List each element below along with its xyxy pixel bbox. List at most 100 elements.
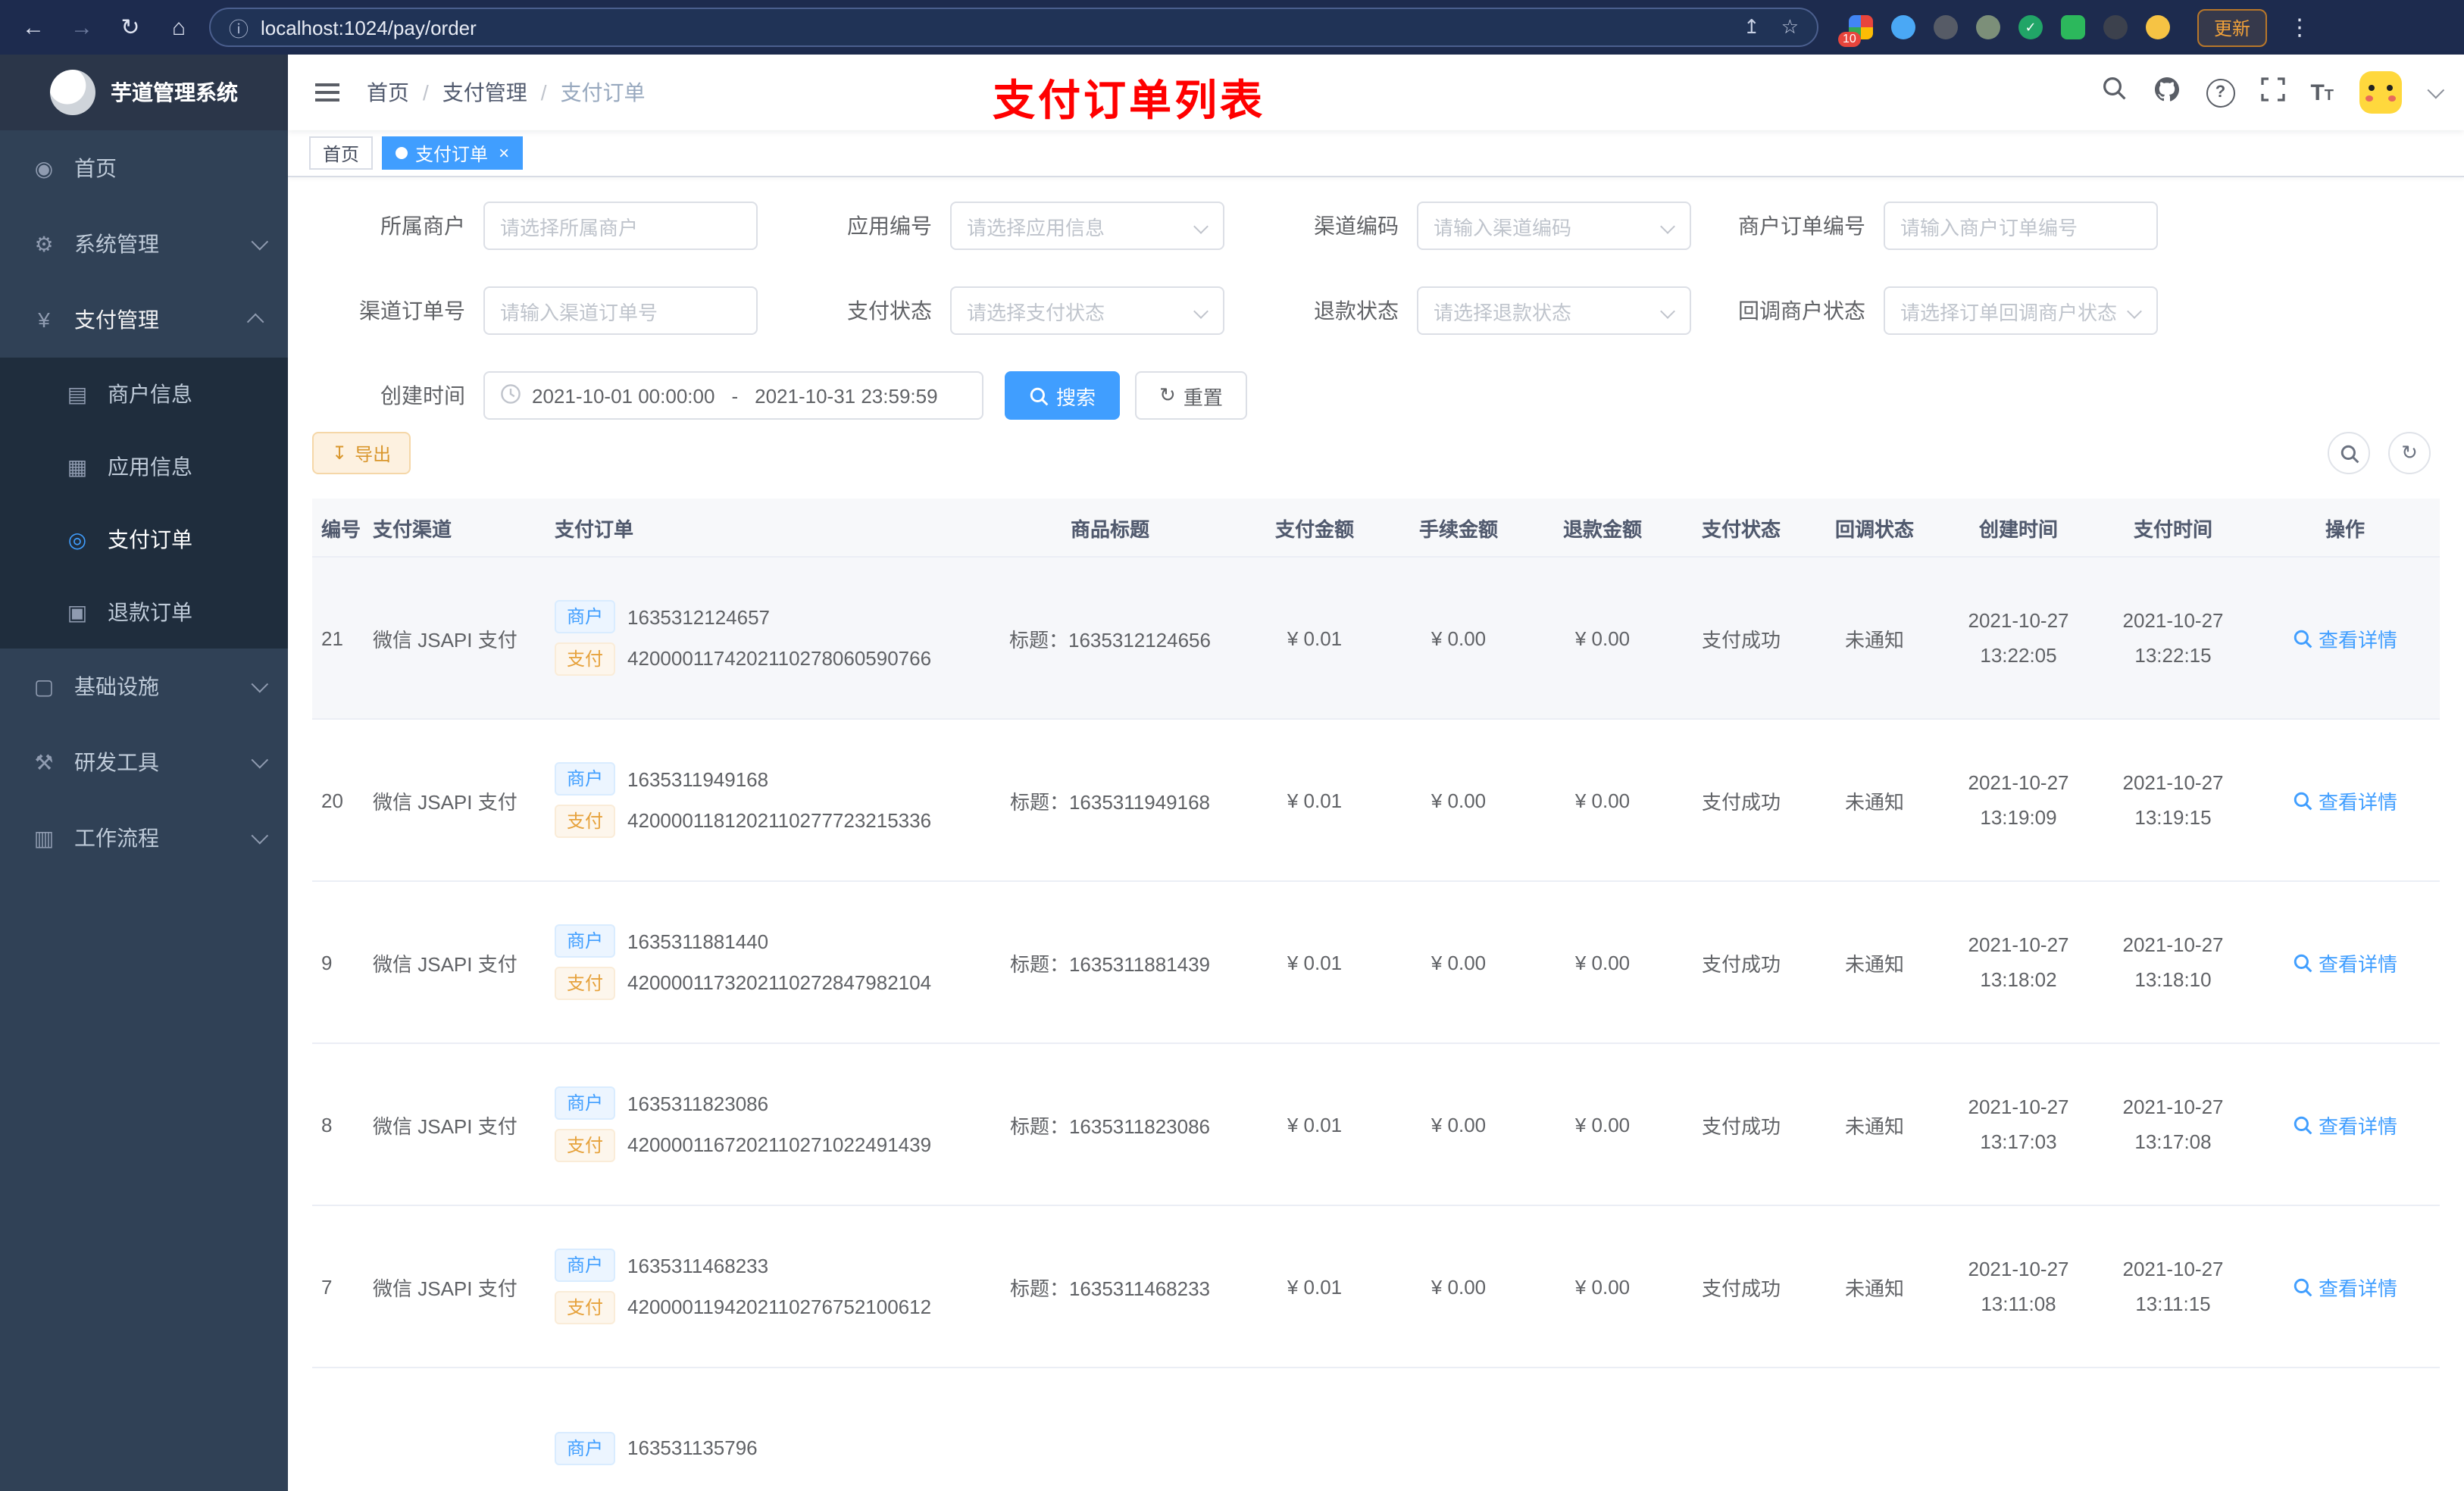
clock-icon bbox=[500, 383, 521, 408]
sidebar-toggle-icon[interactable] bbox=[312, 73, 342, 112]
browser-menu-icon[interactable]: ⋮ bbox=[2288, 14, 2311, 41]
browser-forward-icon[interactable]: → bbox=[64, 14, 100, 40]
tab-item[interactable]: 首页 bbox=[309, 136, 374, 170]
extension-icon[interactable]: 10 bbox=[1838, 15, 1873, 47]
extension-icon[interactable] bbox=[2061, 15, 2085, 39]
filter-select-app-no[interactable]: 请选择应用信息 bbox=[950, 202, 1224, 250]
sidebar-item-workflow[interactable]: ▥ 工作流程 bbox=[0, 800, 288, 876]
chevron-down-icon bbox=[251, 233, 269, 251]
cell-channel: 微信 JSAPI 支付 bbox=[364, 1043, 546, 1206]
filter-input-merchant[interactable]: 请选择所属商户 bbox=[483, 202, 758, 250]
create-time-range-input[interactable]: 2021-10-01 00:00:00 - 2021-10-31 23:59:5… bbox=[483, 371, 983, 420]
fullscreen-icon[interactable] bbox=[2260, 77, 2285, 108]
merchant-no-line: 商户 1635311468233 bbox=[555, 1248, 968, 1283]
browser-back-icon[interactable]: ← bbox=[15, 14, 52, 40]
view-detail-link[interactable]: 查看详情 bbox=[2293, 948, 2397, 977]
merchant-tag: 商户 bbox=[555, 1431, 616, 1465]
breadcrumb-item[interactable]: 首页 bbox=[367, 77, 409, 108]
sidebar-item-merchant-info[interactable]: ▤ 商户信息 bbox=[0, 358, 288, 430]
reset-button[interactable]: ↻ 重置 bbox=[1135, 371, 1247, 420]
search-button-label: 搜索 bbox=[1056, 386, 1096, 408]
sidebar-item-home[interactable]: ◉ 首页 bbox=[0, 130, 288, 206]
extension-icon[interactable] bbox=[1976, 15, 2000, 39]
navbar-actions: ? TT bbox=[2101, 71, 2445, 114]
sidebar-item-dev-tools[interactable]: ⚒ 研发工具 bbox=[0, 724, 288, 800]
browser-chrome: ← → ↻ ⌂ ⓘ localhost:1024/pay/order ↥ ☆ 1… bbox=[0, 0, 2464, 55]
refresh-table-button[interactable]: ↻ bbox=[2388, 432, 2431, 474]
view-detail-label: 查看详情 bbox=[2318, 1277, 2397, 1299]
sidebar-item-label: 支付管理 bbox=[74, 308, 159, 332]
column-header: 编号 bbox=[312, 499, 364, 558]
cell-id: 8 bbox=[312, 1043, 364, 1206]
extension-icon[interactable] bbox=[1891, 15, 1915, 39]
filter-select-notify-status[interactable]: 请选择订单回调商户状态 bbox=[1884, 286, 2158, 335]
pay-time: 13:19:15 bbox=[2134, 806, 2212, 829]
view-detail-link[interactable]: 查看详情 bbox=[2293, 1272, 2397, 1301]
placeholder-text: 请选择订单回调商户状态 bbox=[1900, 301, 2118, 324]
filter-select-pay-status[interactable]: 请选择支付状态 bbox=[950, 286, 1224, 335]
tab-close-icon[interactable]: × bbox=[499, 142, 509, 164]
bookmark-star-icon[interactable]: ☆ bbox=[1781, 15, 1799, 39]
sidebar-item-system[interactable]: ⚙ 系统管理 bbox=[0, 206, 288, 282]
extension-icon[interactable] bbox=[1934, 15, 1958, 39]
export-button[interactable]: ↧ 导出 bbox=[312, 432, 411, 474]
cell-channel: 微信 JSAPI 支付 bbox=[364, 557, 546, 720]
view-detail-link[interactable]: 查看详情 bbox=[2293, 624, 2397, 652]
sidebar-item-label: 研发工具 bbox=[74, 750, 159, 774]
cell-order: 商户 1635311949168 支付 42000011812021102777232… bbox=[546, 719, 977, 882]
cell-fee-amount: ¥ 0.00 bbox=[1387, 881, 1531, 1044]
cell-channel: 微信 JSAPI 支付 bbox=[364, 719, 546, 882]
browser-update-button[interactable]: 更新 bbox=[2197, 8, 2268, 46]
cell-order: 商户 1635311468233 支付 42000011942021102767521… bbox=[546, 1205, 977, 1368]
cell-refund-amount: ¥ 0.00 bbox=[1531, 719, 1674, 882]
sidebar-item-label: 退款订单 bbox=[108, 600, 192, 624]
sidebar-item-pay-order[interactable]: ◎ 支付订单 bbox=[0, 503, 288, 576]
search-button[interactable]: 搜索 bbox=[1005, 371, 1121, 420]
view-detail-link[interactable]: 查看详情 bbox=[2293, 1110, 2397, 1139]
address-bar[interactable]: ⓘ localhost:1024/pay/order ↥ ☆ bbox=[209, 8, 1818, 47]
site-info-icon[interactable]: ⓘ bbox=[229, 13, 249, 42]
font-size-icon[interactable]: TT bbox=[2310, 80, 2334, 105]
sidebar-item-infrastructure[interactable]: ▢ 基础设施 bbox=[0, 649, 288, 724]
filter-field-channel-code: 渠道编码 请输入渠道编码 bbox=[1246, 202, 1691, 250]
extension-icon[interactable] bbox=[2103, 15, 2128, 39]
view-detail-link[interactable]: 查看详情 bbox=[2293, 786, 2397, 814]
cell-action: 查看详情 bbox=[2250, 557, 2440, 720]
extension-icon[interactable] bbox=[2146, 15, 2170, 39]
share-icon[interactable]: ↥ bbox=[1743, 15, 1760, 39]
sidebar-item-payment[interactable]: ¥ 支付管理 bbox=[0, 282, 288, 358]
tab-active-dot bbox=[396, 147, 408, 159]
question-icon[interactable]: ? bbox=[2206, 78, 2235, 107]
browser-home-icon[interactable]: ⌂ bbox=[161, 14, 197, 40]
table-row: 9 微信 JSAPI 支付 商户 1635311881440 支付 42000011732… bbox=[312, 881, 2440, 1044]
cell-refund-amount bbox=[1531, 1368, 1674, 1491]
tab-item[interactable]: 支付订单 × bbox=[382, 136, 524, 170]
chevron-down-icon[interactable] bbox=[2427, 81, 2445, 99]
cell-channel: 微信 JSAPI 支付 bbox=[364, 881, 546, 1044]
cell-pay-time: 2021-10-27 13:11:15 bbox=[2096, 1205, 2250, 1368]
sidebar-item-app-info[interactable]: ▦ 应用信息 bbox=[0, 430, 288, 503]
filter-field-notify-status: 回调商户状态 请选择订单回调商户状态 bbox=[1712, 286, 2158, 335]
extension-icon[interactable]: ✓ bbox=[2018, 15, 2043, 39]
search-icon[interactable] bbox=[2101, 76, 2127, 109]
create-date: 2021-10-27 bbox=[1968, 608, 2069, 632]
filter-select-channel-code[interactable]: 请输入渠道编码 bbox=[1417, 202, 1691, 250]
orders-table: 编号 支付渠道 支付订单 商品标题 支付金额 手续金额 退款金额 支付状态 回调状态 创建时间 支付… bbox=[312, 499, 2440, 1491]
breadcrumb-item[interactable]: 支付管理 bbox=[442, 77, 527, 108]
user-avatar[interactable] bbox=[2359, 71, 2402, 114]
pay-date: 2021-10-27 bbox=[2122, 771, 2224, 794]
chevron-down-icon bbox=[1660, 304, 1675, 319]
merchant-tag: 商户 bbox=[555, 1249, 616, 1283]
pay-date: 2021-10-27 bbox=[2122, 1095, 2224, 1118]
filter-input-merchant-order-no[interactable]: 请输入商户订单编号 bbox=[1884, 202, 2158, 250]
filter-input-channel-order-no[interactable]: 请输入渠道订单号 bbox=[483, 286, 758, 335]
sidebar-item-refund-order[interactable]: ▣ 退款订单 bbox=[0, 576, 288, 649]
merchant-order-no: 1635311468233 bbox=[627, 1254, 769, 1277]
filter-field-merchant: 所属商户 请选择所属商户 bbox=[312, 202, 758, 250]
browser-refresh-icon[interactable]: ↻ bbox=[112, 14, 149, 41]
app-logo: 芋道管理系统 bbox=[0, 55, 288, 130]
filter-select-refund-status[interactable]: 请选择退款状态 bbox=[1417, 286, 1691, 335]
toggle-search-button[interactable] bbox=[2328, 432, 2370, 474]
cell-fee-amount: ¥ 0.00 bbox=[1387, 1205, 1531, 1368]
github-icon[interactable] bbox=[2153, 75, 2180, 110]
